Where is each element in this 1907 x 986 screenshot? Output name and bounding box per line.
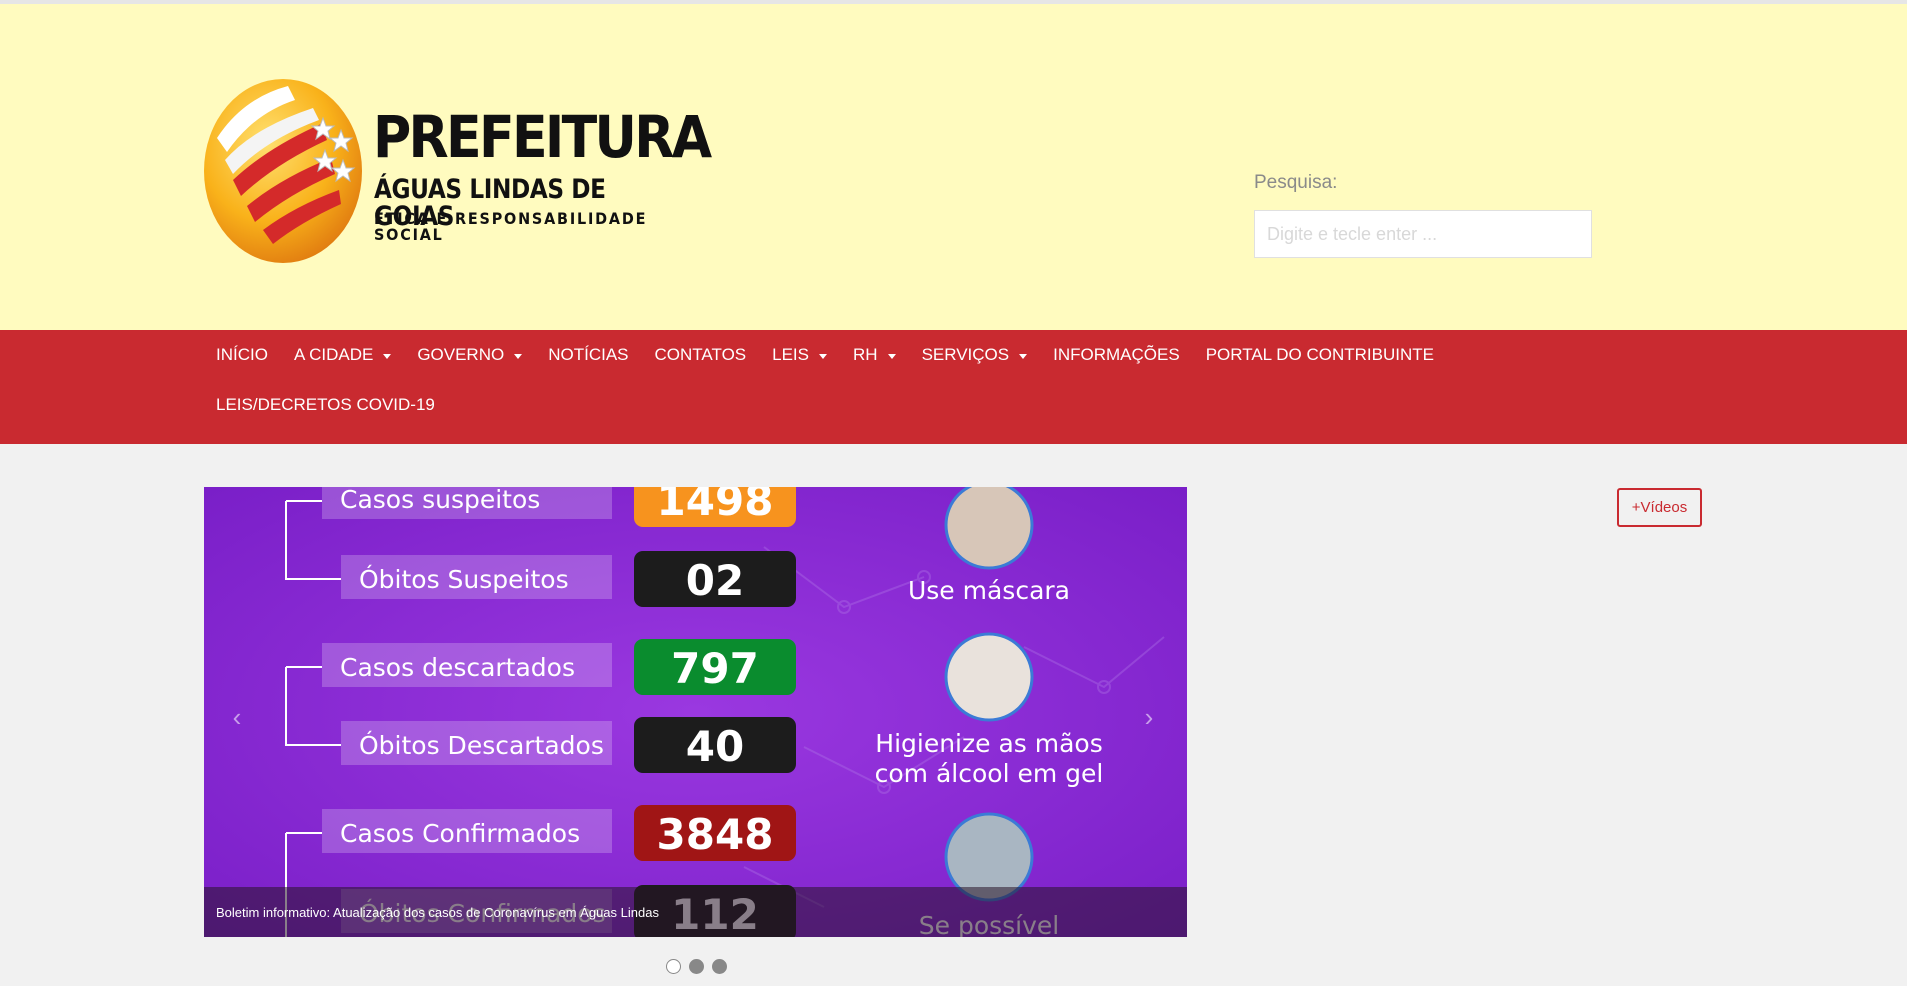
slider-prev-icon[interactable]: ‹ [222,687,252,747]
tip-text: Use máscara [908,576,1070,605]
slide-caption: Boletim informativo: Atualização dos cas… [204,887,1187,937]
nav-item-label: SERVIÇOS [921,345,1010,364]
logo-emblem-icon [204,79,362,263]
nav-item-inicio[interactable]: INÍCIO [204,330,281,380]
nav-item-leis-decretos-covid[interactable]: LEIS/DECRETOS COVID-19 [204,380,448,430]
slider-dot-3[interactable] [712,959,727,974]
slide-stat-row: Óbitos Descartados 40 [341,717,796,773]
nav-item-label: INÍCIO [216,345,268,364]
stat-label: Óbitos Descartados [359,730,604,760]
site-header: PREFEITURA ÁGUAS LINDAS DE GOIAS ÉTICA E… [0,4,1907,330]
slide-stat-row: Casos descartados 797 [322,639,796,695]
slider-next-icon[interactable]: › [1134,687,1164,747]
more-videos-button[interactable]: +Vídeos [1617,488,1702,527]
logo-title: PREFEITURA [373,103,712,171]
slide-image: Casos suspeitos 1498 Óbitos Suspeitos 02 Cas… [204,487,1187,937]
nav-item-label: GOVERNO [417,345,505,364]
stat-value: 3848 [657,810,774,859]
news-slider[interactable]: Casos suspeitos 1498 Óbitos Suspeitos 02 Cas… [204,487,1187,937]
caret-down-icon [514,353,523,359]
nav-item-servicos[interactable]: SERVIÇOS [909,330,1041,380]
tip-photo [944,487,1034,570]
main-nav: INÍCIO A CIDADE GOVERNO NOTÍCIAS CONTATO… [0,330,1907,444]
nav-item-label: INFORMAÇÕES [1053,345,1180,364]
stat-value: 02 [686,556,744,605]
nav-row-1: INÍCIO A CIDADE GOVERNO NOTÍCIAS CONTATO… [204,330,1447,380]
nav-item-leis[interactable]: LEIS [759,330,840,380]
tip-text: Higienize as mãos [875,729,1102,758]
site-logo[interactable]: PREFEITURA ÁGUAS LINDAS DE GOIAS ÉTICA E… [203,78,713,264]
caret-down-icon [819,353,827,359]
slider-pagination [666,959,727,974]
slide-stat-row: Óbitos Suspeitos 02 [341,551,796,607]
nav-item-governo[interactable]: GOVERNO [404,330,535,380]
nav-row-2: LEIS/DECRETOS COVID-19 [204,380,448,430]
stat-label: Casos descartados [340,653,575,682]
slide-caption-text: Boletim informativo: Atualização dos cas… [216,905,659,920]
nav-item-label: LEIS/DECRETOS COVID-19 [216,395,435,414]
nav-item-rh[interactable]: RH [840,330,909,380]
stat-label: Casos suspeitos [340,487,540,514]
slider-dot-1[interactable] [666,959,681,974]
nav-item-label: A CIDADE [293,345,374,364]
nav-item-noticias[interactable]: NOTÍCIAS [535,330,641,380]
stat-label: Óbitos Suspeitos [359,564,569,594]
tip-photo [944,632,1034,722]
stat-label: Casos Confirmados [340,819,580,848]
caret-down-icon [383,353,392,359]
nav-item-informacoes[interactable]: INFORMAÇÕES [1040,330,1193,380]
caret-down-icon [887,353,896,359]
nav-item-a-cidade[interactable]: A CIDADE [281,330,404,380]
nav-item-portal-do-contribuinte[interactable]: PORTAL DO CONTRIBUINTE [1193,330,1447,380]
nav-item-label: PORTAL DO CONTRIBUINTE [1205,345,1434,364]
stat-value: 797 [671,644,759,693]
tip-text: com álcool em gel [875,759,1104,788]
nav-item-label: CONTATOS [654,345,747,364]
stat-value: 40 [686,722,744,771]
slide-stat-row: Casos Confirmados 3848 [322,805,796,861]
logo-tagline: ÉTICA E RESPONSABILIDADE SOCIAL [374,209,648,244]
nav-item-contatos[interactable]: CONTATOS [642,330,760,380]
slider-dot-2[interactable] [689,959,704,974]
caret-down-icon [1019,353,1028,359]
nav-item-label: LEIS [772,345,809,364]
search-label: Pesquisa: [1254,172,1338,193]
stat-value: 1498 [657,487,774,525]
nav-item-label: RH [853,345,878,364]
search-input[interactable] [1254,210,1592,258]
nav-item-label: NOTÍCIAS [548,345,629,364]
